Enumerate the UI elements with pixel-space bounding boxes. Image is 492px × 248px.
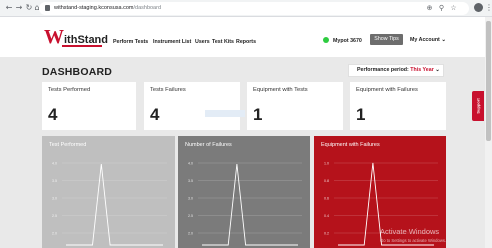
card-equipment-with-tests[interactable]: Equipment with Tests 1: [247, 82, 343, 130]
chart-svg: 4.03.53.02.52.01.5: [52, 162, 167, 246]
y-tick-label: 2.0: [52, 232, 57, 236]
site-status-icon: [323, 37, 329, 43]
card-title: Equipment with Failures: [356, 87, 418, 93]
y-tick-label: 4.0: [52, 162, 57, 166]
card-value: 4: [150, 105, 160, 124]
install-icon[interactable]: ⊕: [425, 3, 434, 14]
url-host: withstand-staging.kconsusa.com: [54, 5, 134, 11]
period-value: This Year: [410, 67, 434, 73]
my-account-menu[interactable]: My Account ⌄: [410, 37, 446, 43]
y-tick-label: 2.5: [188, 214, 193, 218]
card-value: 4: [48, 105, 58, 124]
url-text: withstand-staging.kconsusa.com/dashboard: [54, 3, 161, 14]
chevron-down-icon: ⌄: [441, 37, 446, 43]
card-tests-performed[interactable]: Tests Performed 4: [42, 82, 136, 130]
support-label: Support: [475, 98, 481, 114]
y-tick-label: 0.6: [324, 197, 329, 201]
y-tick-label: 0.2: [324, 232, 329, 236]
logo-mark: W: [44, 26, 64, 48]
browser-toolbar: ← → ↻ ⌂ withstand-staging.kconsusa.com/d…: [0, 0, 492, 17]
bookmark-star-icon[interactable]: ☆: [449, 3, 458, 14]
nav-users[interactable]: Users: [195, 39, 210, 45]
page-title: DASHBOARD: [42, 66, 113, 78]
nav-reports[interactable]: Reports: [236, 39, 256, 45]
y-tick-label: 0.8: [324, 179, 329, 183]
card-title: Tests Performed: [48, 87, 91, 93]
lock-icon: [45, 5, 50, 11]
support-tab[interactable]: Support: [472, 91, 484, 121]
chart-title: Test Performed: [49, 142, 87, 148]
watermark-title: Activate Windows: [380, 227, 440, 236]
chart-panel-number-of-failures: 4.03.53.02.52.01.5 Number of Failures: [178, 136, 310, 248]
y-tick-label: 3.0: [52, 197, 57, 201]
chevron-down-icon: ⌄: [435, 67, 440, 73]
card-tests-failures[interactable]: Tests Failures 4: [144, 82, 240, 130]
y-tick-label: 3.5: [52, 179, 57, 183]
profile-avatar-icon[interactable]: [474, 3, 483, 12]
tooltip-overlay: [205, 110, 245, 117]
y-tick-label: 2.5: [52, 214, 57, 218]
activate-windows-watermark: Activate Windows Go to Settings to activ…: [380, 227, 446, 243]
browser-menu-icon[interactable]: ⋮: [485, 3, 492, 13]
y-tick-label: 2.0: [188, 232, 193, 236]
back-arrow-icon[interactable]: ←: [4, 3, 14, 13]
nav-test-kits[interactable]: Test Kits: [212, 39, 234, 45]
page-scrollbar[interactable]: [485, 17, 492, 248]
chart-title: Number of Failures: [185, 142, 232, 148]
nav-instrument-list[interactable]: Instrument List: [153, 39, 191, 45]
chart-svg: 4.03.53.02.52.01.5: [188, 162, 302, 246]
y-tick-label: 3.0: [188, 197, 193, 201]
withstand-logo[interactable]: WithStand: [44, 26, 108, 48]
y-tick-label: 1.0: [324, 162, 329, 166]
card-value: 1: [356, 105, 366, 124]
y-tick-label: 4.0: [188, 162, 193, 166]
scrollbar-thumb[interactable]: [486, 21, 491, 141]
url-path: /dashboard: [133, 5, 162, 11]
card-value: 1: [253, 105, 263, 124]
watermark-subtitle: Go to Settings to activate Windows.: [380, 238, 447, 243]
y-tick-label: 0.4: [324, 214, 329, 218]
zoom-icon[interactable]: ⚲: [437, 3, 446, 14]
chart-title: Equipment with Failures: [321, 142, 380, 148]
card-title: Equipment with Tests: [253, 87, 308, 93]
forward-arrow-icon[interactable]: →: [14, 3, 24, 13]
logo-underline: [62, 45, 102, 47]
card-equipment-with-failures[interactable]: Equipment with Failures 1: [350, 82, 446, 130]
card-title: Tests Failures: [150, 87, 186, 93]
nav-perform-tests[interactable]: Perform Tests: [113, 39, 148, 45]
chart-panel-tests-performed: 4.03.53.02.52.01.5 Test Performed: [42, 136, 175, 248]
address-bar[interactable]: withstand-staging.kconsusa.com/dashboard…: [39, 2, 469, 15]
y-tick-label: 3.5: [188, 179, 193, 183]
period-label: Performance period:: [357, 67, 409, 73]
show-tips-button[interactable]: Show Tips: [370, 34, 403, 45]
site-selector[interactable]: Mypot 3670: [333, 38, 362, 44]
performance-period-select[interactable]: Performance period: This Year ⌄: [348, 64, 444, 77]
my-account-label: My Account: [410, 37, 440, 43]
app-header: WithStand Perform Tests Instrument List …: [0, 17, 485, 57]
